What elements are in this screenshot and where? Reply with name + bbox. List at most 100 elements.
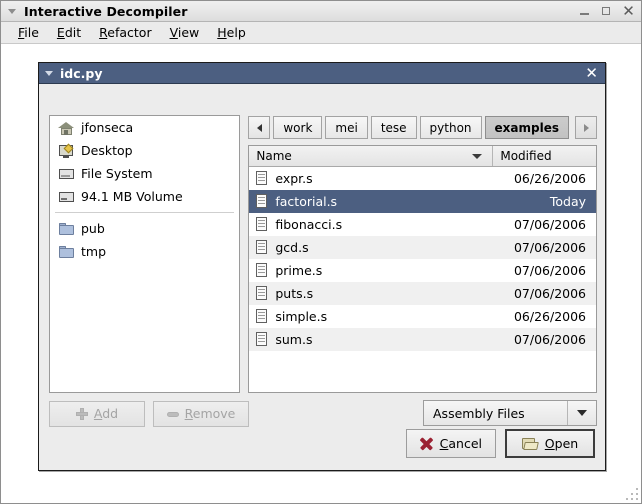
dialog-menu-icon[interactable] (45, 70, 53, 76)
minimize-icon[interactable] (578, 5, 591, 18)
file-list[interactable]: Name Modified expr.s 06/26/2006 factoria… (248, 145, 597, 393)
breadcrumb-crumb-mei[interactable]: mei (325, 116, 368, 139)
window-menu-icon[interactable] (6, 5, 18, 17)
column-header-modified-label: Modified (500, 149, 552, 163)
table-row[interactable]: factorial.s Today (249, 190, 596, 213)
document-icon (256, 194, 268, 209)
dialog-close-icon[interactable]: ✕ (585, 65, 598, 82)
file-list-rows: expr.s 06/26/2006 factorial.s Today fibo… (249, 167, 596, 392)
table-row[interactable]: puts.s 07/06/2006 (249, 282, 596, 305)
column-header-name[interactable]: Name (249, 146, 494, 166)
file-modified-cell: 07/06/2006 (513, 332, 586, 347)
sidebar-item-desktop[interactable]: Desktop (50, 139, 239, 162)
table-row[interactable]: prime.s 07/06/2006 (249, 259, 596, 282)
sidebar-item-label: tmp (81, 244, 107, 259)
add-button[interactable]: Add (49, 400, 145, 427)
dialog-action-row: Add Remove Assembly Files (49, 400, 597, 427)
menu-file-label: ile (24, 25, 39, 40)
menu-edit-mnemonic: E (56, 25, 65, 40)
table-row[interactable]: gcd.s 07/06/2006 (249, 236, 596, 259)
file-name-label: prime.s (275, 263, 323, 278)
table-row[interactable]: sum.s 07/06/2006 (249, 328, 596, 351)
breadcrumb-crumb-examples[interactable]: examples (484, 116, 569, 139)
places-sidebar[interactable]: jfonseca Desktop File System 94.1 MB Vol… (49, 115, 241, 393)
add-button-label: dd (102, 406, 119, 421)
folder-icon (58, 244, 74, 260)
dialog-titlebar: idc.py ✕ (39, 63, 605, 84)
sidebar-item-label: jfonseca (81, 120, 134, 135)
sidebar-item-label: Desktop (81, 143, 133, 158)
sidebar-item-tmp[interactable]: tmp (50, 240, 239, 263)
menu-refactor[interactable]: Refactor (90, 23, 160, 42)
menu-file[interactable]: File (9, 23, 48, 42)
file-modified-cell: 06/26/2006 (513, 309, 586, 324)
file-name-label: gcd.s (275, 240, 309, 255)
file-name-label: expr.s (275, 171, 313, 186)
close-icon[interactable]: ✕ (622, 4, 635, 19)
sidebar-item-label: 94.1 MB Volume (81, 189, 183, 204)
open-button[interactable]: Open (505, 429, 595, 458)
menu-refactor-label: efactor (107, 25, 152, 40)
remove-button-mnemonic: R (184, 406, 193, 421)
document-icon (256, 263, 268, 278)
sidebar-item-file-system[interactable]: File System (50, 162, 239, 185)
maximize-icon[interactable] (600, 5, 613, 18)
file-name-cell: expr.s (249, 171, 493, 186)
menu-edit[interactable]: Edit (48, 23, 90, 42)
open-button-mnemonic: O (544, 436, 555, 451)
menu-help-mnemonic: H (217, 25, 227, 40)
table-row[interactable]: simple.s 06/26/2006 (249, 305, 596, 328)
document-icon (256, 171, 268, 186)
main-window: Interactive Decompiler ✕ File Edit Refac… (0, 0, 642, 504)
breadcrumb-next-button[interactable] (575, 116, 597, 139)
menu-view[interactable]: View (161, 23, 209, 42)
sidebar-item-volume[interactable]: 94.1 MB Volume (50, 185, 239, 208)
resize-grip[interactable] (622, 484, 638, 500)
file-name-cell: gcd.s (249, 240, 493, 255)
table-row[interactable]: expr.s 06/26/2006 (249, 167, 596, 190)
plus-icon (75, 407, 88, 420)
column-header-modified[interactable]: Modified (493, 146, 596, 166)
menu-view-label: iew (177, 25, 200, 40)
file-name-label: simple.s (275, 309, 328, 324)
file-name-label: sum.s (275, 332, 313, 347)
breadcrumb-crumb-python[interactable]: python (419, 116, 482, 139)
main-titlebar: Interactive Decompiler ✕ (1, 1, 641, 22)
column-header-name-label: Name (256, 149, 292, 163)
file-modified-cell: Today (549, 194, 586, 209)
breadcrumb-prev-button[interactable] (248, 116, 271, 139)
remove-button-label: emove (192, 406, 236, 421)
file-type-filter-value: Assembly Files (433, 405, 525, 421)
document-icon (256, 309, 268, 324)
chevron-down-icon[interactable] (567, 401, 596, 425)
sidebar-divider (55, 212, 235, 213)
dialog-title: idc.py (60, 65, 103, 81)
document-icon (256, 217, 268, 232)
file-name-cell: prime.s (249, 263, 493, 278)
file-browser-pane: work mei tese python examples Name Modif… (248, 115, 597, 393)
sidebar-item-label: File System (81, 166, 153, 181)
breadcrumb-crumb-tese[interactable]: tese (370, 116, 417, 139)
file-name-cell: fibonacci.s (249, 217, 493, 232)
file-modified-cell: 07/06/2006 (513, 263, 586, 278)
sidebar-item-jfonseca[interactable]: jfonseca (50, 116, 239, 139)
breadcrumb-crumb-work[interactable]: work (273, 116, 323, 139)
file-type-filter-dropdown[interactable]: Assembly Files (423, 400, 597, 426)
table-row[interactable]: fibonacci.s 07/06/2006 (249, 213, 596, 236)
file-modified-cell: 07/06/2006 (513, 240, 586, 255)
cancel-button[interactable]: Cancel (405, 429, 496, 458)
document-icon (256, 286, 268, 301)
remove-button[interactable]: Remove (153, 400, 249, 427)
sidebar-item-pub[interactable]: pub (50, 217, 239, 240)
window-controls: ✕ (578, 1, 635, 22)
menu-view-mnemonic: V (169, 25, 178, 40)
document-icon (256, 240, 268, 255)
file-modified-cell: 07/06/2006 (513, 286, 586, 301)
cancel-button-label: ancel (448, 436, 482, 451)
cancel-x-icon (420, 437, 433, 450)
file-name-cell: sum.s (249, 332, 493, 347)
menu-edit-label: dit (64, 25, 82, 40)
menu-help[interactable]: Help (208, 23, 255, 42)
main-window-title: Interactive Decompiler (24, 3, 188, 19)
dialog-content-row: jfonseca Desktop File System 94.1 MB Vol… (49, 115, 597, 393)
